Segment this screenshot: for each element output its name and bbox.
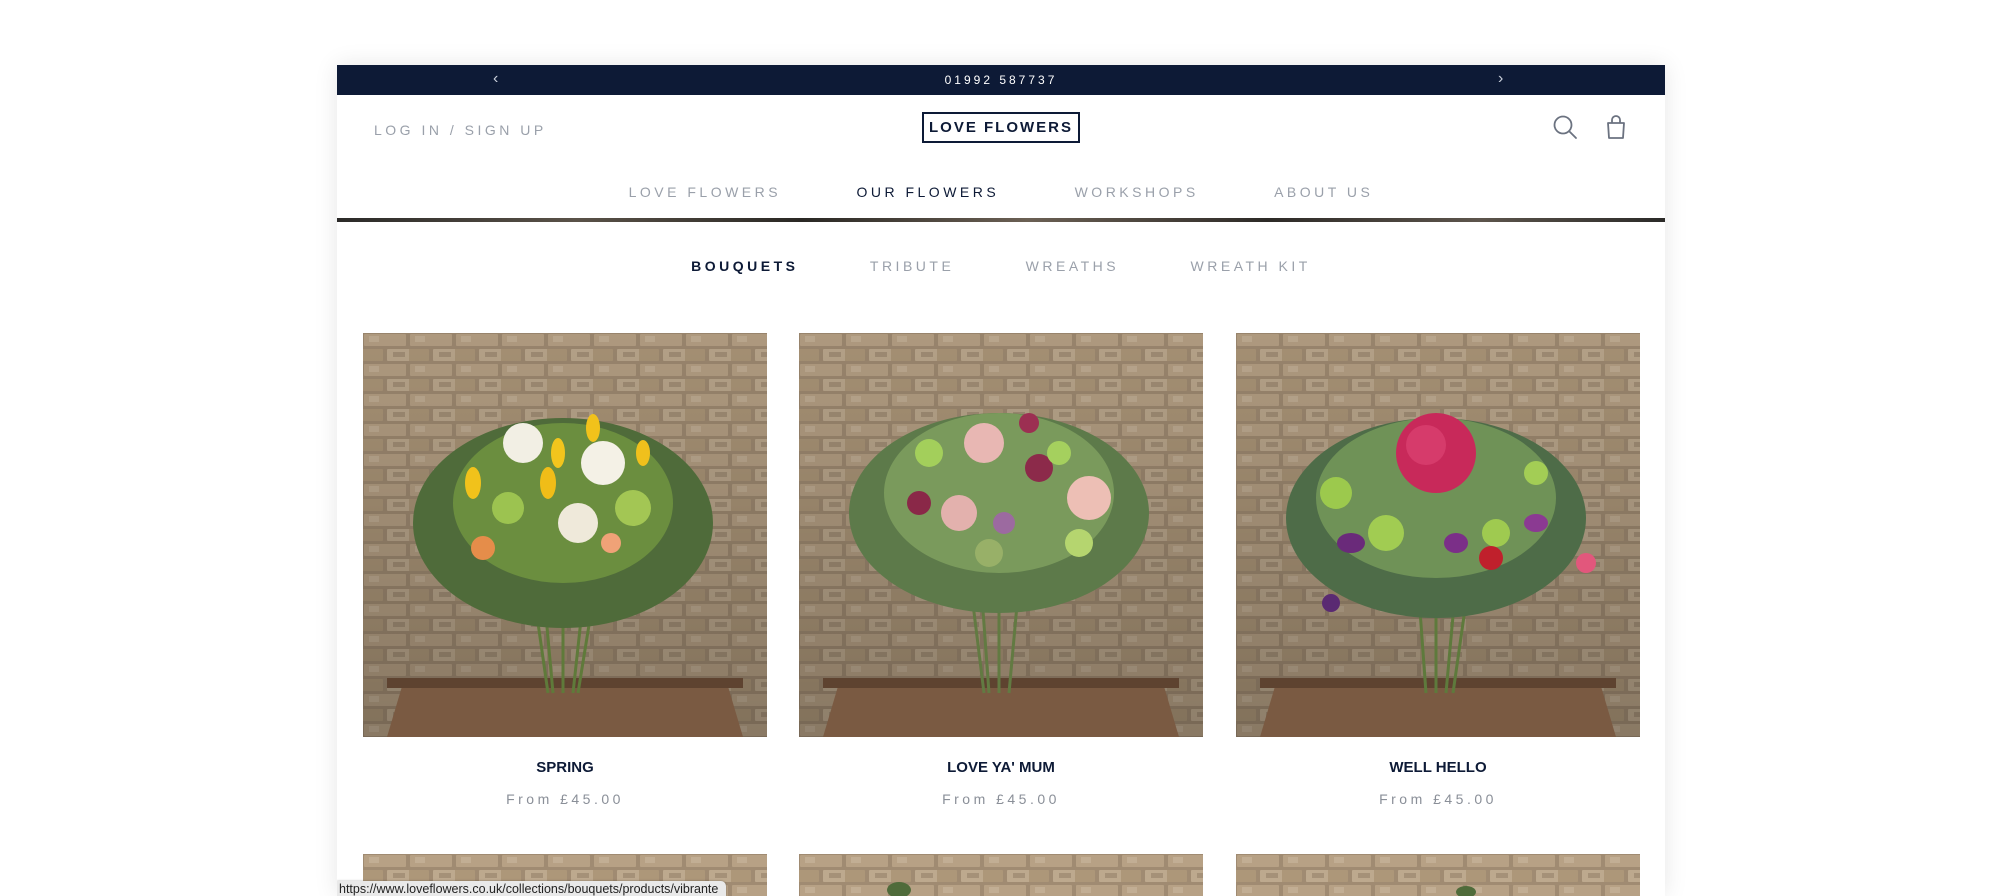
product-name[interactable]: LOVE YA' MUM xyxy=(799,759,1203,776)
collection-tribute[interactable]: TRIBUTE xyxy=(870,258,954,274)
product-price: From £45.00 xyxy=(942,791,1060,807)
chevron-right-icon[interactable]: › xyxy=(1498,65,1503,93)
product-name[interactable]: SPRING xyxy=(363,759,767,776)
hero-strip xyxy=(337,218,1665,222)
product-card[interactable]: WELL HELLO From £45.00 xyxy=(1236,333,1640,807)
search-icon[interactable] xyxy=(1551,113,1579,141)
main-nav: LOVE FLOWERS OUR FLOWERS WORKSHOPS ABOUT… xyxy=(337,184,1665,200)
product-card[interactable]: LOVE YA' MUM From £45.00 xyxy=(799,333,1203,807)
product-name[interactable]: WELL HELLO xyxy=(1236,759,1640,776)
collection-bouquets[interactable]: BOUQUETS xyxy=(691,258,798,274)
link-status-bar: https://www.loveflowers.co.uk/collection… xyxy=(337,881,727,896)
product-image[interactable] xyxy=(1236,333,1640,737)
site-header: LOG IN / SIGN UP LOVE FLOWERS LOVE FLOWE… xyxy=(337,95,1665,237)
product-price: From £45.00 xyxy=(506,791,624,807)
nav-love-flowers[interactable]: LOVE FLOWERS xyxy=(629,184,781,200)
product-card[interactable]: SPRING From £45.00 xyxy=(363,333,767,807)
collection-wreath-kit[interactable]: WREATH KIT xyxy=(1191,258,1311,274)
product-image[interactable] xyxy=(799,333,1203,737)
collection-wreaths[interactable]: WREATHS xyxy=(1026,258,1119,274)
product-image-peek[interactable] xyxy=(799,854,1203,896)
nav-workshops[interactable]: WORKSHOPS xyxy=(1075,184,1199,200)
nav-about-us[interactable]: ABOUT US xyxy=(1274,184,1373,200)
login-signup-link[interactable]: LOG IN / SIGN UP xyxy=(374,122,547,138)
page-frame: ‹ 01992 587737 › LOG IN / SIGN UP LOVE F… xyxy=(337,65,1665,896)
shopping-bag-icon[interactable] xyxy=(1602,113,1630,141)
product-price: From £45.00 xyxy=(1379,791,1497,807)
phone-number[interactable]: 01992 587737 xyxy=(337,65,1665,95)
announcement-bar: ‹ 01992 587737 › xyxy=(337,65,1665,95)
collection-nav: BOUQUETS TRIBUTE WREATHS WREATH KIT xyxy=(337,258,1665,274)
site-logo[interactable]: LOVE FLOWERS xyxy=(922,112,1080,143)
nav-our-flowers[interactable]: OUR FLOWERS xyxy=(856,184,999,200)
product-image[interactable] xyxy=(363,333,767,737)
product-image-peek[interactable] xyxy=(1236,854,1640,896)
